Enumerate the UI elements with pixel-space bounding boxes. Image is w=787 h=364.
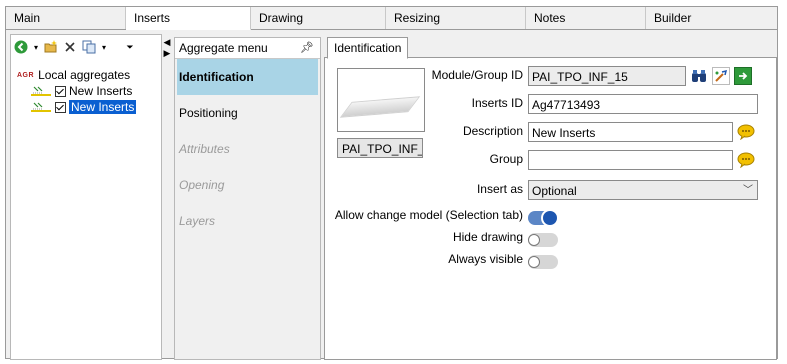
tree-item-checkbox[interactable] bbox=[55, 101, 66, 113]
tree-toolbar: ▾ ▾ ⏷ bbox=[13, 37, 135, 57]
insert-icon bbox=[31, 85, 53, 97]
module-group-id-label: Module/Group ID bbox=[431, 68, 523, 82]
insert-as-select[interactable]: Optional ﹀ bbox=[528, 180, 758, 200]
menu-item-opening: Opening bbox=[179, 178, 225, 192]
tab-notes[interactable]: Notes bbox=[526, 7, 646, 29]
tree-root-label: Local aggregates bbox=[38, 68, 131, 82]
tree-item-checkbox[interactable] bbox=[55, 85, 66, 97]
group-label: Group bbox=[489, 152, 523, 166]
tree-item[interactable]: New Inserts bbox=[17, 83, 136, 99]
toolbar-overflow-icon[interactable]: ⏷ bbox=[125, 39, 135, 55]
group-field[interactable] bbox=[528, 150, 733, 170]
inserts-id-field[interactable]: Ag47713493 bbox=[528, 94, 758, 114]
menu-item-positioning[interactable]: Positioning bbox=[175, 95, 320, 131]
tab-inserts[interactable]: Inserts bbox=[126, 7, 251, 30]
menu-item-identification[interactable]: Identification bbox=[177, 59, 318, 95]
new-folder-icon[interactable] bbox=[43, 39, 59, 55]
allow-change-model-toggle[interactable] bbox=[528, 209, 559, 227]
always-visible-label: Always visible bbox=[448, 252, 523, 266]
tab-drawing[interactable]: Drawing bbox=[251, 7, 386, 29]
toggle-knob bbox=[528, 256, 540, 268]
allow-change-model-label: Allow change model (Selection tab) bbox=[334, 208, 523, 222]
description-field[interactable]: New Inserts bbox=[528, 122, 733, 142]
description-label: Description bbox=[462, 124, 523, 138]
description-note-icon[interactable] bbox=[737, 123, 755, 141]
menu-item-attributes: Attributes bbox=[179, 142, 230, 156]
tab-identification[interactable]: Identification bbox=[327, 37, 409, 59]
main-window: Main Inserts Drawing Resizing Notes Buil… bbox=[5, 6, 778, 360]
insert-as-label: Insert as bbox=[476, 182, 523, 196]
top-tab-bar: Main Inserts Drawing Resizing Notes Buil… bbox=[6, 7, 777, 30]
aggregate-tree-panel: ▾ ▾ ⏷ AGR Local aggregates New Inserts N… bbox=[10, 34, 162, 360]
aggregate-menu-title: Aggregate menu bbox=[179, 41, 268, 55]
toggle-knob bbox=[541, 209, 559, 227]
identification-panel: PAI_TPO_INF_ Module/Group ID PAI_TPO_INF… bbox=[324, 57, 777, 360]
tab-builder[interactable]: Builder bbox=[646, 7, 776, 29]
collapse-splitter[interactable]: ◀ ▶ bbox=[162, 37, 172, 67]
module-group-id-field[interactable]: PAI_TPO_INF_15 bbox=[528, 66, 686, 86]
insert-icon bbox=[31, 101, 53, 113]
back-icon[interactable] bbox=[13, 39, 29, 55]
agr-badge: AGR bbox=[17, 71, 35, 79]
tree-item-label: New Inserts bbox=[69, 84, 133, 98]
chevron-down-icon: ﹀ bbox=[743, 185, 753, 196]
binoculars-icon[interactable] bbox=[690, 67, 708, 85]
group-note-icon[interactable] bbox=[737, 151, 755, 169]
delete-icon[interactable] bbox=[62, 39, 78, 55]
always-visible-toggle[interactable] bbox=[528, 255, 558, 269]
pin-icon[interactable]: 📌︎ bbox=[300, 38, 314, 58]
pick-tool-icon[interactable] bbox=[712, 67, 730, 85]
apply-arrow-icon[interactable] bbox=[734, 67, 752, 85]
tree-root[interactable]: AGR Local aggregates bbox=[17, 67, 136, 83]
aggregate-menu: Aggregate menu 📌︎ Identification Positio… bbox=[174, 37, 321, 360]
tab-resizing[interactable]: Resizing bbox=[386, 7, 526, 29]
copy-dropdown-icon[interactable]: ▾ bbox=[100, 39, 108, 55]
aggregate-tree: AGR Local aggregates New Inserts New Ins… bbox=[17, 67, 137, 115]
toggle-knob bbox=[528, 234, 540, 246]
model-code-button[interactable]: PAI_TPO_INF_ bbox=[337, 138, 423, 158]
inserts-id-label: Inserts ID bbox=[471, 96, 523, 110]
hide-drawing-label: Hide drawing bbox=[452, 230, 523, 244]
insert-as-value: Optional bbox=[532, 184, 577, 198]
tab-main[interactable]: Main bbox=[6, 7, 126, 29]
tree-item[interactable]: New Inserts bbox=[17, 99, 137, 115]
back-dropdown-icon[interactable]: ▾ bbox=[32, 39, 40, 55]
model-preview bbox=[337, 68, 425, 132]
preview-plate-image bbox=[339, 96, 421, 118]
copy-icon[interactable] bbox=[81, 39, 97, 55]
menu-item-layers: Layers bbox=[179, 214, 216, 228]
aggregate-menu-header: Aggregate menu 📌︎ bbox=[175, 38, 320, 59]
hide-drawing-toggle[interactable] bbox=[528, 233, 558, 247]
tree-item-label: New Inserts bbox=[69, 100, 137, 114]
